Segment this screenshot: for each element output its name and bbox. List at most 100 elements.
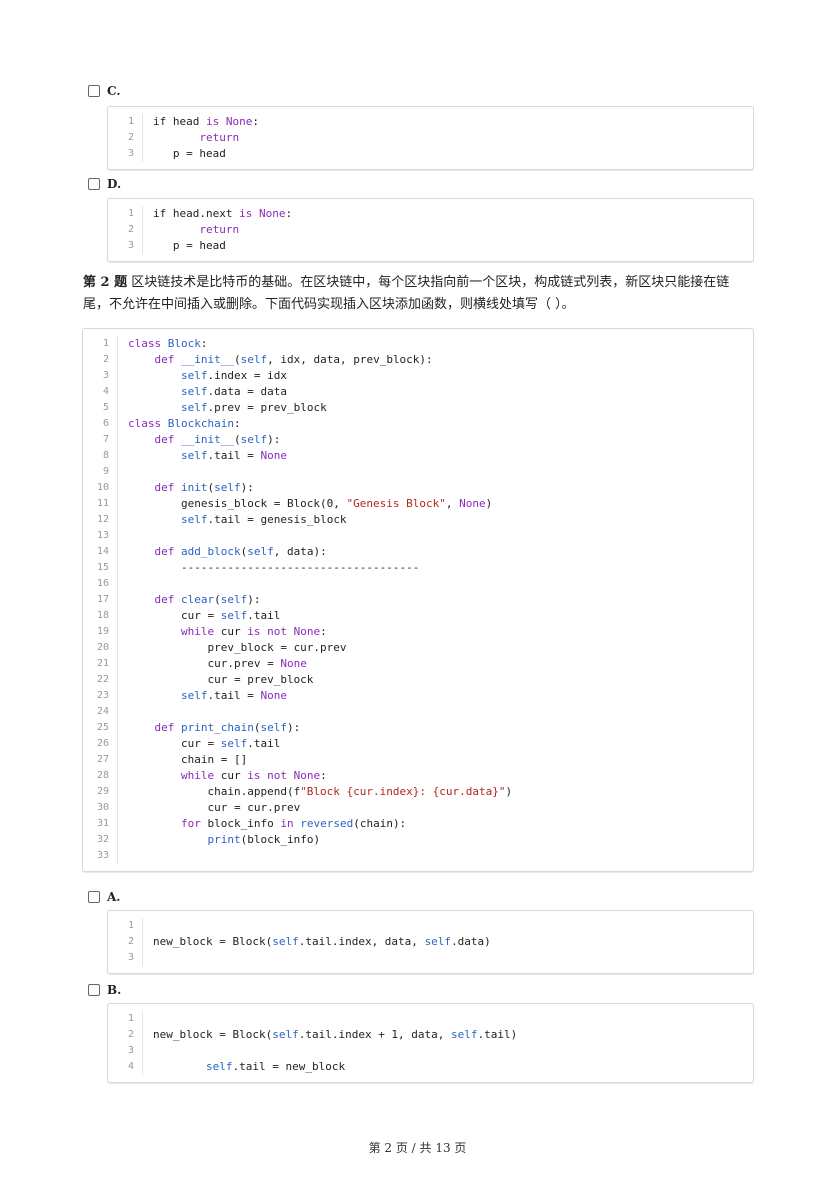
option-c[interactable]: C. [88, 84, 121, 98]
code-text: def __init__(self, idx, data, prev_block… [118, 352, 433, 368]
code-token: : [320, 625, 327, 638]
code-token: ( [233, 353, 241, 366]
code-token: None [260, 449, 287, 462]
option-a-label: A. [107, 890, 121, 904]
code-token: for [180, 817, 201, 830]
code-line: 25 def print_chain(self): [83, 720, 753, 736]
line-number: 32 [83, 832, 118, 848]
code-token: ------------------------------------ [128, 561, 420, 574]
code-token: is not [247, 625, 287, 638]
code-token: .tail = [207, 449, 261, 462]
line-number: 3 [108, 1043, 143, 1059]
code-token: new_block = Block( [153, 1028, 273, 1041]
code-token: Blockchain [167, 417, 234, 430]
code-text: chain = [] [118, 752, 247, 768]
line-number: 3 [108, 146, 143, 162]
question-number: 第 2 题 [83, 275, 128, 290]
code-token: clear [181, 593, 215, 606]
option-a[interactable]: A. [88, 890, 121, 904]
code-line: 2 new_block = Block(self.tail.index, data… [108, 934, 753, 950]
line-number: 1 [83, 336, 118, 352]
option-d-checkbox[interactable] [88, 178, 100, 190]
code-token: cur.prev = [128, 657, 281, 670]
code-token: self [205, 1060, 233, 1073]
line-number: 1 [108, 206, 143, 222]
code-line: 16 [83, 576, 753, 592]
code-text: def clear(self): [118, 592, 261, 608]
line-number: 4 [83, 384, 118, 400]
code-token: return [199, 131, 240, 144]
code-token: add_block [181, 545, 241, 558]
code-text: while cur is not None: [118, 624, 327, 640]
code-token: cur = prev_block [128, 673, 314, 686]
code-token: prev_block = cur.prev [128, 641, 347, 654]
code-token: .data) [451, 935, 491, 948]
line-number: 2 [83, 352, 118, 368]
code-token: cur = [128, 609, 221, 622]
code-token: self [424, 935, 452, 948]
option-d-code-block: 1 if head.next is None: 2 return 3 p = head [107, 198, 754, 262]
code-token: (block_info) [240, 833, 321, 846]
code-token: : [200, 337, 208, 350]
code-text: self.index = idx [118, 368, 287, 384]
option-b[interactable]: B. [88, 983, 121, 997]
code-line: 7 def __init__(self): [83, 432, 753, 448]
code-token: self [272, 935, 299, 948]
code-line: 18 cur = self.tail [83, 608, 753, 624]
line-number: 25 [83, 720, 118, 736]
code-token: (chain): [353, 817, 407, 830]
code-token: while [180, 625, 215, 638]
code-token: class [128, 337, 168, 350]
code-line: 2 new_block = Block(self.tail.index + 1, … [108, 1027, 753, 1043]
code-text: return [143, 222, 239, 238]
code-token: ): [267, 433, 281, 446]
option-d[interactable]: D. [88, 177, 121, 191]
line-number: 8 [83, 448, 118, 464]
code-text: p = head [143, 146, 226, 162]
line-number: 15 [83, 560, 118, 576]
option-a-checkbox[interactable] [88, 891, 100, 903]
code-text: p = head [143, 238, 226, 254]
line-number: 3 [108, 950, 143, 966]
code-line: 20 prev_block = cur.prev [83, 640, 753, 656]
code-token: p = head [153, 147, 226, 160]
line-number: 11 [83, 496, 118, 512]
code-text: def __init__(self): [118, 432, 281, 448]
code-line: 33 [83, 848, 753, 864]
code-token: block_info [200, 817, 281, 830]
code-line: 1 class Block: [83, 336, 753, 352]
code-token: self [272, 1028, 299, 1041]
code-token: .index = idx [207, 369, 287, 382]
option-b-checkbox[interactable] [88, 984, 100, 996]
code-token: init [181, 481, 208, 494]
code-token: ): [286, 721, 301, 734]
code-token: ): [247, 593, 261, 606]
code-text: chain.append(f"Block {cur.index}: {cur.d… [118, 784, 512, 800]
option-c-checkbox[interactable] [88, 85, 100, 97]
code-text: ------------------------------------ [118, 560, 419, 576]
code-text: class Blockchain: [118, 416, 241, 432]
code-line: 4 self.data = data [83, 384, 753, 400]
code-line: 9 [83, 464, 753, 480]
code-token: self [451, 1028, 478, 1041]
line-number: 23 [83, 688, 118, 704]
code-line: 27 chain = [] [83, 752, 753, 768]
code-token: is not [247, 769, 287, 782]
code-line: 31 for block_info in reversed(chain): [83, 816, 753, 832]
code-line: 1 if head is None: [108, 114, 753, 130]
code-text: new_block = Block(self.tail.index, data,… [143, 934, 491, 950]
line-number: 21 [83, 656, 118, 672]
option-a-code-block: 1 2 new_block = Block(self.tail.index, dat… [107, 910, 754, 974]
code-token: : [233, 417, 241, 430]
code-token: reversed [300, 817, 354, 830]
code-token: self [214, 481, 241, 494]
code-token: if head.next [153, 207, 240, 220]
code-line: 4 self.tail = new_block [108, 1059, 753, 1075]
line-number: 28 [83, 768, 118, 784]
code-line: 8 self.tail = None [83, 448, 753, 464]
